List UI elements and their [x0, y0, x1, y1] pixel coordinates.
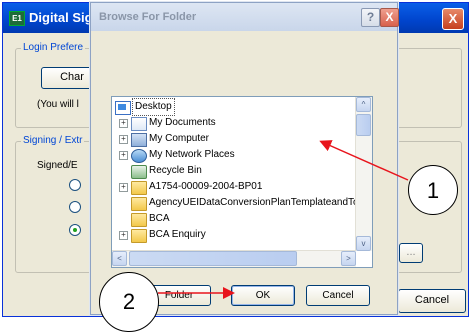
annotation-arrows	[158, 140, 409, 299]
callout-1: 1	[408, 165, 458, 215]
callout-2: 2	[99, 272, 159, 332]
arrow-to-folder-tree	[319, 140, 409, 181]
